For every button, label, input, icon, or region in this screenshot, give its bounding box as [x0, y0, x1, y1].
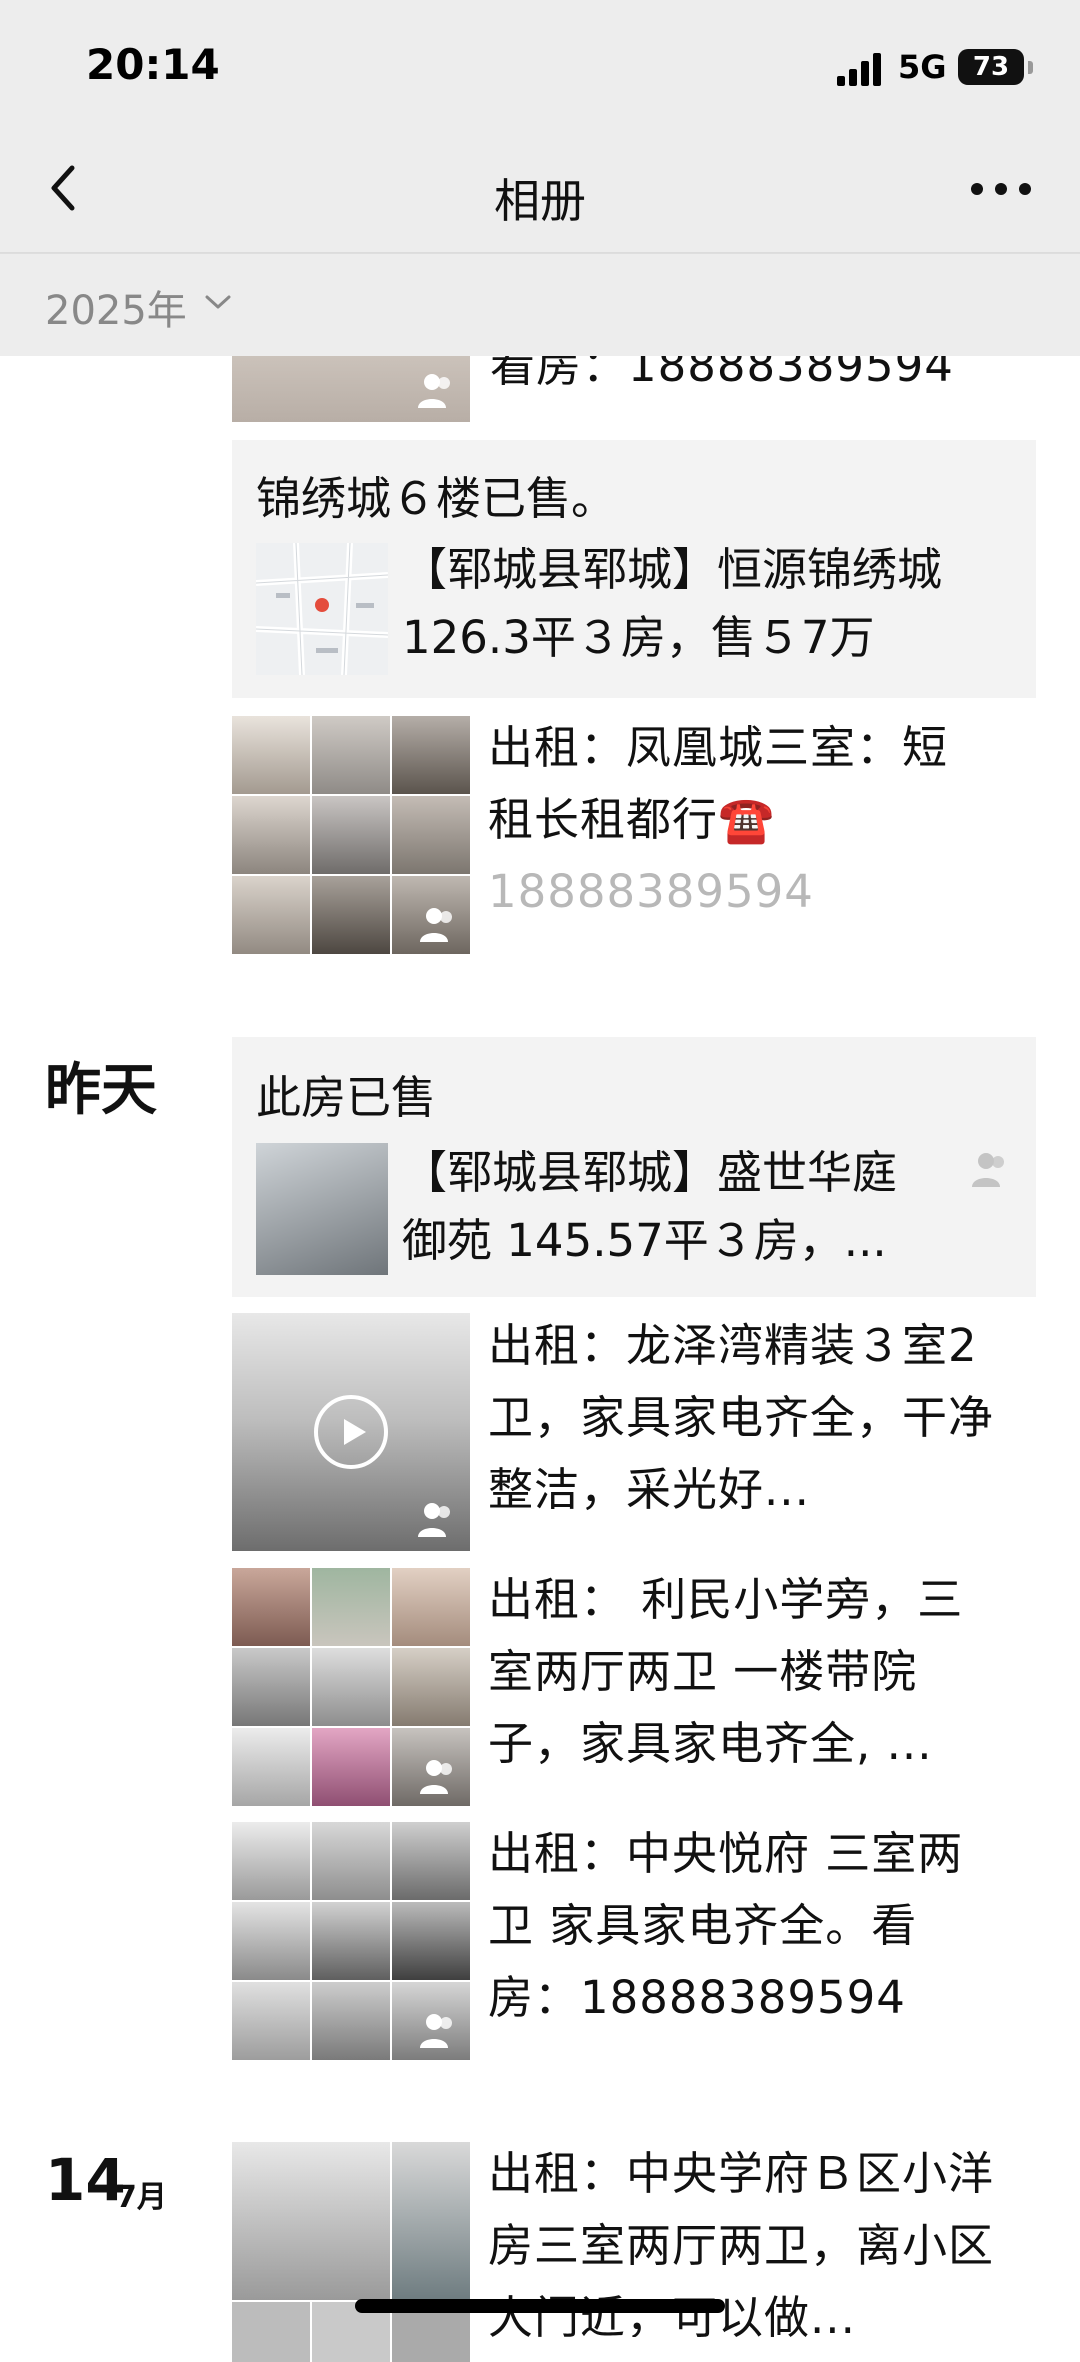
post-text-line: 租长租都行☎️	[488, 793, 776, 846]
share-caption: 此房已售	[256, 1071, 437, 1124]
share-title: 【郓城县郓城】恒源锦绣城126.3平３房，售５7万	[402, 543, 943, 664]
post-text-line-faded: 18888389594	[488, 865, 814, 918]
viewer-icon	[414, 1497, 458, 1541]
map-thumbnail	[256, 543, 388, 675]
shared-article-card[interactable]: 锦绣城６楼已售。 【郓城县郓城】恒源锦绣城126.3平３房，售５7万	[232, 440, 1036, 698]
year-filter-label[interactable]: 2025年	[45, 278, 187, 336]
top-bar: 20:14 5G 73 相册	[0, 0, 1080, 253]
viewer-icon	[414, 368, 458, 412]
viewer-icon	[416, 902, 460, 946]
share-caption: 锦绣城６楼已售。	[256, 472, 617, 525]
nav-bar: 相册	[0, 130, 1080, 252]
status-time: 20:14	[86, 40, 220, 89]
viewer-icon	[416, 2008, 460, 2052]
date-label-yesterday: 昨天	[45, 1058, 157, 1123]
post-text[interactable]: 出租：凤凰城三室：短 租长租都行☎️ 18888389594	[488, 712, 1008, 928]
status-bar: 20:14 5G 73	[0, 0, 1080, 130]
battery-level: 73	[972, 52, 1010, 82]
viewer-icon	[968, 1147, 1012, 1191]
post-text[interactable]: 出租：中央悦府 三室两卫 家具家电齐全。看房：18888389594	[488, 1818, 1008, 2034]
photo-grid[interactable]	[232, 1568, 470, 1806]
signal-icon	[837, 52, 885, 86]
date-month: 7月	[116, 2180, 167, 2215]
home-indicator[interactable]	[355, 2299, 725, 2313]
battery-tip	[1028, 61, 1033, 74]
photo-grid[interactable]	[232, 716, 470, 954]
video-thumbnail[interactable]	[232, 1313, 470, 1551]
room-thumbnail	[256, 1143, 388, 1275]
post-text-line: 出租：凤凰城三室：短	[488, 721, 949, 774]
more-horizontal-icon[interactable]	[966, 164, 1036, 214]
post-text[interactable]: 出租： 利民小学旁，三室两厅两卫 一楼带院子，家具家电齐全, ...	[488, 1564, 1008, 1780]
play-icon[interactable]	[314, 1395, 388, 1469]
viewer-icon	[416, 1754, 460, 1798]
date-day: 14	[45, 2146, 126, 2214]
chevron-down-icon[interactable]	[205, 294, 231, 310]
photo-grid[interactable]	[232, 1822, 470, 2060]
shared-article-card[interactable]: 此房已售 【郓城县郓城】盛世华庭御苑 145.57平３房，...	[232, 1037, 1036, 1297]
page-title: 相册	[494, 174, 586, 228]
year-filter-bar[interactable]: 2025年	[0, 253, 1080, 356]
post-text[interactable]: 出租：龙泽湾精装３室2卫，家具家电齐全，干净整洁，采光好...	[488, 1310, 1008, 1526]
share-title: 【郓城县郓城】盛世华庭御苑 145.57平３房，...	[402, 1146, 898, 1267]
battery-icon: 73	[958, 49, 1024, 85]
network-type: 5G	[898, 48, 947, 86]
